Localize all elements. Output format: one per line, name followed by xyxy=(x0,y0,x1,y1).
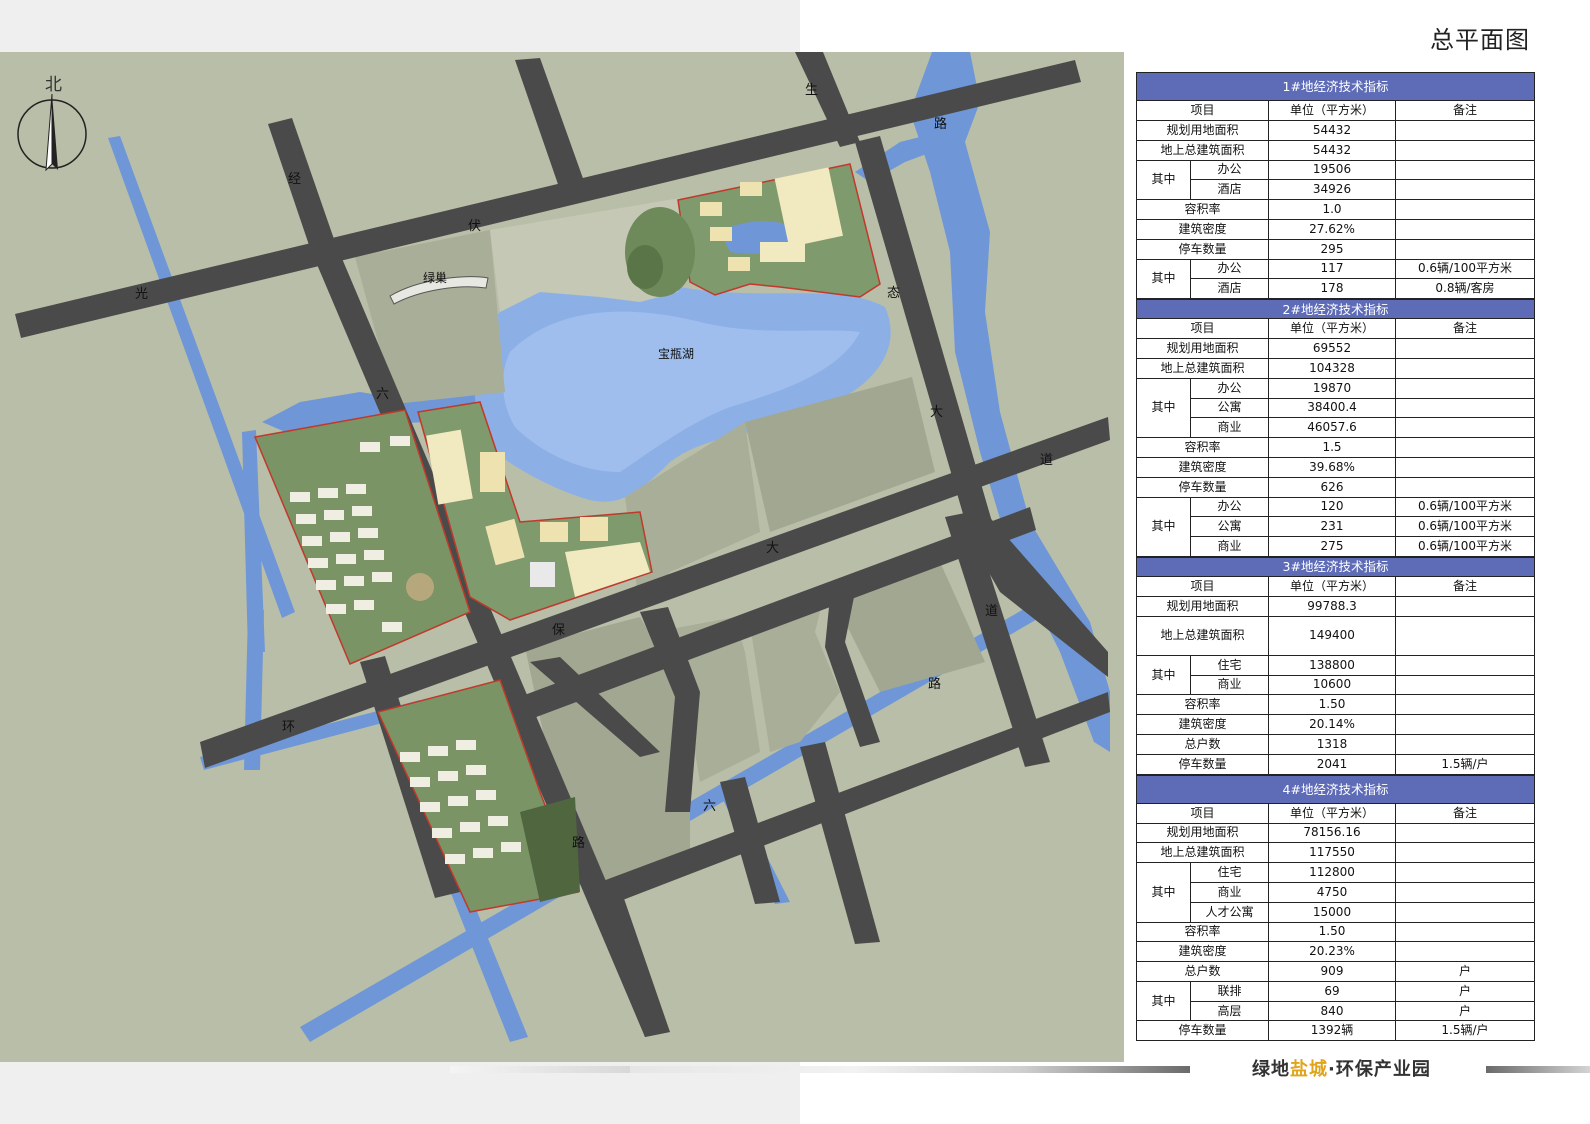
table-row: 停车数量 2041 1.5辆/户 xyxy=(1136,753,1535,775)
table-row: 总户数 909 户 xyxy=(1136,961,1535,982)
lvchao-label: 绿巢 xyxy=(423,270,447,285)
table-row: 公寓 38400.4 xyxy=(1137,397,1535,419)
indicator-table-4: 4#地经济技术指标 项目 单位（平方米） 备注 规划用地面积 78156.16 地… xyxy=(1136,774,1535,1042)
table-row: 建筑密度 20.23% xyxy=(1136,941,1535,963)
table-row: 地上总建筑面积 54432 xyxy=(1136,139,1535,161)
lake-label: 宝瓶湖 xyxy=(658,346,694,361)
road-label: 路 xyxy=(928,676,941,692)
road-label: 六 xyxy=(703,799,716,814)
table-row: 规划用地面积 54432 xyxy=(1136,120,1535,141)
table-title: 4#地经济技术指标 xyxy=(1136,774,1535,804)
footer-bar xyxy=(450,1066,630,1073)
table-row: 其中 联排 69 户 xyxy=(1136,980,1535,1022)
table-row: 规划用地面积 69552 xyxy=(1136,338,1535,359)
table-row: 公寓 231 0.6辆/100平方米 xyxy=(1137,516,1535,538)
table-row: 其中 办公 117 0.6辆/100平方米 xyxy=(1136,258,1535,300)
site-plan-map: 经 伏 光 生 路 态 大 道 大 道 路 六 保 环 六 路 绿巢 宝瓶湖 xyxy=(0,52,1124,1062)
table-row: 高层 840 户 xyxy=(1137,1000,1535,1022)
table-row: 建筑密度 20.14% xyxy=(1136,714,1535,735)
road-label: 六 xyxy=(376,387,389,402)
brand-part-b: 盐城 xyxy=(1290,1059,1328,1080)
table-row: 地上总建筑面积 149400 xyxy=(1136,615,1535,656)
table-row: 商业 10600 xyxy=(1137,674,1535,696)
table-row: 其中 住宅 112800 xyxy=(1136,862,1535,923)
brand-part-c: ·环保产业园 xyxy=(1328,1059,1431,1080)
table-row: 酒店 178 0.8辆/客房 xyxy=(1137,278,1535,300)
table-title: 2#地经济技术指标 xyxy=(1136,299,1535,320)
road-label: 大 xyxy=(766,541,779,556)
table-row: 建筑密度 39.68% xyxy=(1136,456,1535,478)
table-title: 1#地经济技术指标 xyxy=(1136,72,1535,101)
garden-north xyxy=(625,207,695,297)
road-label: 路 xyxy=(572,835,585,851)
table-row: 停车数量 1392辆 1.5辆/户 xyxy=(1136,1020,1535,1042)
brand-part-a: 绿地 xyxy=(1252,1059,1290,1080)
road-label: 经 xyxy=(288,172,301,187)
table-row: 地上总建筑面积 117550 xyxy=(1136,842,1535,864)
road-label: 路 xyxy=(934,116,947,132)
table-row: 规划用地面积 99788.3 xyxy=(1136,595,1535,617)
table-row: 地上总建筑面积 104328 xyxy=(1136,357,1535,379)
table-row: 建筑密度 27.62% xyxy=(1136,218,1535,240)
table-row: 容积率 1.50 xyxy=(1136,694,1535,716)
road-label: 生 xyxy=(805,83,818,98)
road-label: 环 xyxy=(282,720,295,735)
road-label: 态 xyxy=(887,286,900,301)
table-row: 容积率 1.5 xyxy=(1136,437,1535,458)
table-row: 其中 办公 19506 xyxy=(1136,159,1535,201)
north-label: 北 xyxy=(45,75,62,95)
road-label: 光 xyxy=(135,287,148,302)
indicator-table-3: 3#地经济技术指标 项目 单位（平方米） 备注 规划用地面积 99788.3 地上… xyxy=(1136,556,1535,775)
table-row: 商业 4750 xyxy=(1137,881,1535,903)
indicator-table-1: 1#地经济技术指标 项目 单位（平方米） 备注 规划用地面积 54432 地上总建… xyxy=(1136,72,1535,300)
page-title: 总平面图 xyxy=(1430,26,1530,54)
table-row: 其中 办公 120 0.6辆/100平方米 xyxy=(1136,496,1535,557)
table-row: 停车数量 295 xyxy=(1136,238,1535,260)
table-row: 人才公寓 15000 xyxy=(1137,901,1535,923)
table-row: 商业 275 0.6辆/100平方米 xyxy=(1137,536,1535,557)
table-row: 规划用地面积 78156.16 xyxy=(1136,822,1535,844)
table-row: 其中 住宅 138800 xyxy=(1136,654,1535,696)
road-label: 大 xyxy=(930,405,943,420)
road-label: 伏 xyxy=(468,219,481,234)
table-row: 酒店 34926 xyxy=(1137,179,1535,201)
footer-bar xyxy=(1486,1066,1590,1073)
footer-brand: 绿地盐城·环保产业园 xyxy=(1252,1055,1431,1081)
table-row: 容积率 1.50 xyxy=(1136,921,1535,943)
table-title: 3#地经济技术指标 xyxy=(1136,556,1535,577)
road-label: 道 xyxy=(985,604,998,619)
table-row: 其中 办公 19870 xyxy=(1136,377,1535,439)
north-arrow-icon: 北 xyxy=(17,75,87,172)
indicator-table-2: 2#地经济技术指标 项目 单位（平方米） 备注 规划用地面积 69552 地上总建… xyxy=(1136,299,1535,557)
table-row: 商业 46057.6 xyxy=(1137,417,1535,439)
table-row: 容积率 1.0 xyxy=(1136,199,1535,220)
economic-indicator-tables: 1#地经济技术指标 项目 单位（平方米） 备注 规划用地面积 54432 地上总建… xyxy=(1136,72,1535,1042)
table-row: 停车数量 626 xyxy=(1136,476,1535,498)
road-label: 道 xyxy=(1040,453,1053,468)
table-row: 总户数 1318 xyxy=(1136,733,1535,755)
footer-bar xyxy=(630,1066,1190,1073)
road-label: 保 xyxy=(552,623,565,638)
